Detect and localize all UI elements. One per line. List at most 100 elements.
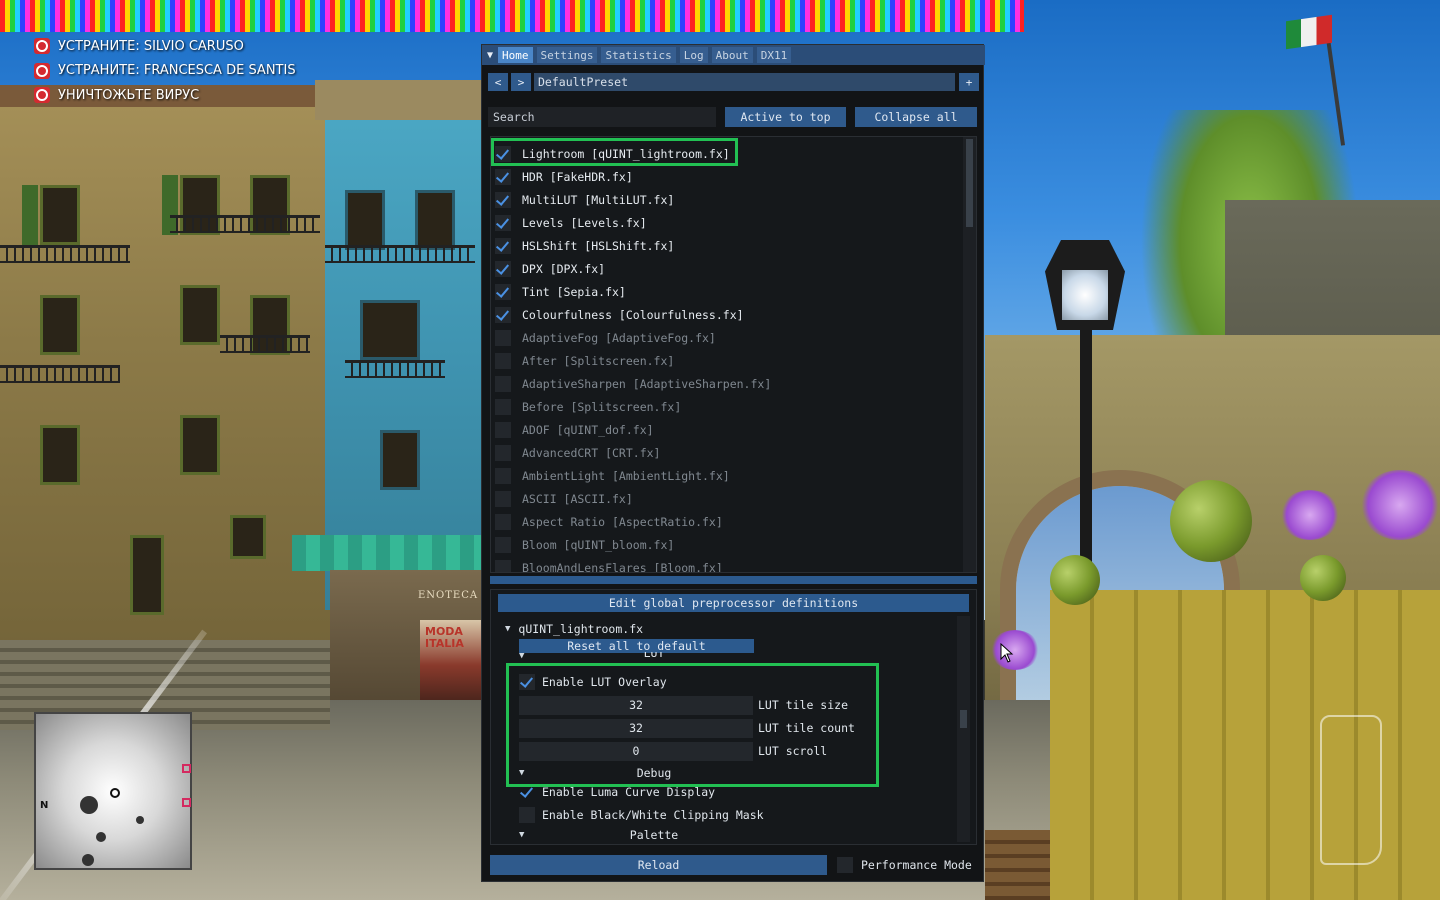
- effect-checkbox[interactable]: [495, 399, 511, 415]
- effect-item-after[interactable]: After [Splitscreen.fx]: [495, 350, 674, 372]
- settings-scroll-thumb[interactable]: [960, 710, 967, 728]
- palette-section[interactable]: ▼ Palette: [519, 826, 769, 844]
- effect-checkbox[interactable]: [495, 169, 511, 185]
- effect-item-dpx[interactable]: DPX [DPX.fx]: [495, 258, 605, 280]
- panel-splitter[interactable]: [490, 576, 977, 584]
- effect-item-bloom[interactable]: Bloom [qUINT_bloom.fx]: [495, 534, 674, 556]
- effect-checkbox[interactable]: [495, 422, 511, 438]
- tab-home[interactable]: Home: [498, 47, 533, 63]
- reshade-overlay-window: ▼ Home Settings Statistics Log About DX1…: [481, 44, 985, 882]
- previous-preset-button[interactable]: <: [488, 73, 508, 91]
- effect-checkbox[interactable]: [495, 560, 511, 572]
- effect-item-ambientlight[interactable]: AmbientLight [AmbientLight.fx]: [495, 465, 730, 487]
- effects-list: Lightroom [qUINT_lightroom.fx] HDR [Fake…: [490, 136, 977, 573]
- palette-section-label: Palette: [629, 828, 679, 842]
- effect-item-colourfulness[interactable]: Colourfulness [Colourfulness.fx]: [495, 304, 744, 326]
- flower: [1280, 490, 1340, 540]
- effect-label: ASCII [ASCII.fx]: [522, 492, 633, 506]
- window-collapse-icon[interactable]: ▼: [482, 45, 498, 65]
- effect-checkbox[interactable]: [495, 215, 511, 231]
- objective-item: УСТРАНИТЕ: FRANCESCA DE SANTIS: [34, 59, 296, 84]
- poster-text: MODA ITALIA: [425, 625, 464, 650]
- active-to-top-button[interactable]: Active to top: [725, 107, 846, 127]
- preset-name-field[interactable]: DefaultPreset: [534, 73, 955, 91]
- objective-item: УНИЧТОЖЬТЕ ВИРУС: [34, 83, 296, 108]
- target-icon: [34, 87, 50, 104]
- effect-item-adaptivefog[interactable]: AdaptiveFog [AdaptiveFog.fx]: [495, 327, 716, 349]
- effect-item-adaptivesharpen[interactable]: AdaptiveSharpen [AdaptiveSharpen.fx]: [495, 373, 771, 395]
- effects-scrollbar[interactable]: [963, 137, 976, 572]
- effect-checkbox[interactable]: [495, 445, 511, 461]
- search-input[interactable]: [488, 107, 716, 127]
- effect-label: HDR [FakeHDR.fx]: [522, 170, 633, 184]
- effect-label: AdvancedCRT [CRT.fx]: [522, 446, 661, 460]
- tab-statistics[interactable]: Statistics: [601, 47, 676, 63]
- effect-item-before[interactable]: Before [Splitscreen.fx]: [495, 396, 681, 418]
- effect-label: HSLShift [HSLShift.fx]: [522, 239, 675, 253]
- enable-luma-curve-label: Enable Luma Curve Display: [542, 785, 716, 799]
- effect-label: Levels [Levels.fx]: [522, 216, 647, 230]
- settings-scrollbar[interactable]: [957, 616, 970, 842]
- effect-label: Before [Splitscreen.fx]: [522, 400, 682, 414]
- objective-text: УСТРАНИТЕ: SILVIO CARUSO: [58, 38, 244, 54]
- effect-checkbox[interactable]: [495, 468, 511, 484]
- tab-bar: ▼ Home Settings Statistics Log About DX1…: [482, 45, 985, 65]
- minimap-target-marker: [182, 798, 191, 807]
- weapon-silhouette-icon: [1320, 715, 1382, 865]
- effect-checkbox[interactable]: [495, 261, 511, 277]
- highlight-box: [491, 138, 738, 166]
- effect-item-bloomandlensflares[interactable]: BloomAndLensFlares [Bloom.fx]: [495, 557, 723, 573]
- effect-checkbox[interactable]: [495, 353, 511, 369]
- lut-section[interactable]: ▼ LUT: [519, 652, 769, 660]
- shop-awning: [292, 535, 487, 571]
- enable-clipping-mask-row[interactable]: Enable Black/White Clipping Mask: [519, 805, 764, 825]
- effect-item-tint[interactable]: Tint [Sepia.fx]: [495, 281, 626, 303]
- effect-checkbox[interactable]: [495, 307, 511, 323]
- effect-item-adof[interactable]: ADOF [qUINT_dof.fx]: [495, 419, 654, 441]
- effect-item-advancedcrt[interactable]: AdvancedCRT [CRT.fx]: [495, 442, 660, 464]
- minimap-target-marker: [182, 764, 191, 773]
- minimap: N: [34, 712, 192, 870]
- effect-checkbox[interactable]: [495, 514, 511, 530]
- objective-item: УСТРАНИТЕ: SILVIO CARUSO: [34, 34, 296, 59]
- reload-button[interactable]: Reload: [490, 855, 827, 875]
- effect-tree-node[interactable]: ▼ qUINT_lightroom.fx: [505, 621, 643, 637]
- stone-ball: [1300, 555, 1346, 601]
- effect-label: Aspect Ratio [AspectRatio.fx]: [522, 515, 723, 529]
- highlight-box: [506, 663, 879, 787]
- effects-scroll-thumb[interactable]: [966, 139, 973, 227]
- tab-log[interactable]: Log: [679, 47, 708, 63]
- tab-about[interactable]: About: [711, 47, 753, 63]
- objective-text: УСТРАНИТЕ: FRANCESCA DE SANTIS: [58, 63, 296, 79]
- effect-checkbox[interactable]: [495, 491, 511, 507]
- effect-label: Tint [Sepia.fx]: [522, 285, 626, 299]
- effect-item-hdr[interactable]: HDR [FakeHDR.fx]: [495, 166, 633, 188]
- reset-all-button[interactable]: Reset all to default: [519, 639, 754, 653]
- collapse-all-button[interactable]: Collapse all: [855, 107, 977, 127]
- effect-checkbox[interactable]: [495, 238, 511, 254]
- effect-checkbox[interactable]: [495, 284, 511, 300]
- target-icon: [34, 62, 50, 79]
- effect-item-levels[interactable]: Levels [Levels.fx]: [495, 212, 647, 234]
- enable-clipping-mask-checkbox[interactable]: [519, 807, 535, 823]
- expand-triangle-icon: ▼: [519, 830, 525, 840]
- tab-dx11[interactable]: DX11: [756, 47, 792, 63]
- effect-checkbox[interactable]: [495, 537, 511, 553]
- tab-settings[interactable]: Settings: [536, 47, 598, 63]
- effect-settings-panel: Edit global preprocessor definitions ▼ q…: [490, 589, 977, 845]
- performance-mode-checkbox[interactable]: [837, 857, 853, 873]
- effect-label: BloomAndLensFlares [Bloom.fx]: [522, 561, 723, 573]
- effect-checkbox[interactable]: [495, 330, 511, 346]
- lut-section-label: LUT: [643, 652, 665, 660]
- next-preset-button[interactable]: >: [511, 73, 531, 91]
- search-toolbar: Active to top Collapse all: [488, 107, 979, 127]
- effect-item-hslshift[interactable]: HSLShift [HSLShift.fx]: [495, 235, 674, 257]
- player-position-icon: [110, 788, 120, 798]
- effect-item-multilut[interactable]: MultiLUT [MultiLUT.fx]: [495, 189, 674, 211]
- edit-preprocessor-button[interactable]: Edit global preprocessor definitions: [498, 594, 969, 612]
- effect-item-ascii[interactable]: ASCII [ASCII.fx]: [495, 488, 633, 510]
- effect-checkbox[interactable]: [495, 376, 511, 392]
- effect-item-aspect-ratio[interactable]: Aspect Ratio [AspectRatio.fx]: [495, 511, 723, 533]
- effect-checkbox[interactable]: [495, 192, 511, 208]
- add-preset-button[interactable]: +: [959, 73, 979, 91]
